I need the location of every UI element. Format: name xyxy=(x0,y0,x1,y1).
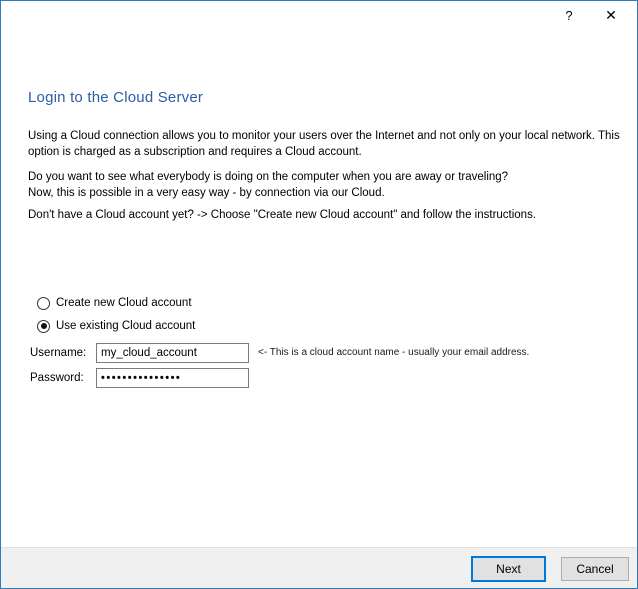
intro-paragraph: Using a Cloud connection allows you to m… xyxy=(28,129,620,160)
username-label: Username: xyxy=(30,347,86,359)
radio-use-existing-account[interactable]: Use existing Cloud account xyxy=(37,319,195,333)
create-account-hint-paragraph: Don't have a Cloud account yet? -> Choos… xyxy=(28,208,620,224)
password-label: Password: xyxy=(30,372,84,384)
radio-create-new-account[interactable]: Create new Cloud account xyxy=(37,296,192,310)
radio-selected-icon[interactable] xyxy=(37,320,50,333)
cloud-login-dialog: ? ✕ Login to the Cloud Server Using a Cl… xyxy=(0,0,638,589)
radio-create-new-label: Create new Cloud account xyxy=(56,297,192,309)
password-field[interactable] xyxy=(96,368,249,388)
username-hint: <- This is a cloud account name - usuall… xyxy=(258,347,529,358)
benefit-line-2: Now, this is possible in a very easy way… xyxy=(28,186,620,202)
dialog-footer: Next Cancel xyxy=(1,547,637,588)
title-bar: ? ✕ xyxy=(1,1,637,31)
radio-unselected-icon[interactable] xyxy=(37,297,50,310)
help-icon: ? xyxy=(565,8,572,23)
radio-use-existing-label: Use existing Cloud account xyxy=(56,320,195,332)
benefit-line-1: Do you want to see what everybody is doi… xyxy=(28,170,620,186)
page-title: Login to the Cloud Server xyxy=(28,89,203,106)
help-button[interactable]: ? xyxy=(553,1,585,29)
close-icon: ✕ xyxy=(605,7,617,24)
close-button[interactable]: ✕ xyxy=(595,1,627,29)
username-field[interactable] xyxy=(96,343,249,363)
benefit-paragraph: Do you want to see what everybody is doi… xyxy=(28,170,620,201)
next-button[interactable]: Next xyxy=(471,556,546,582)
cancel-button[interactable]: Cancel xyxy=(561,557,629,581)
